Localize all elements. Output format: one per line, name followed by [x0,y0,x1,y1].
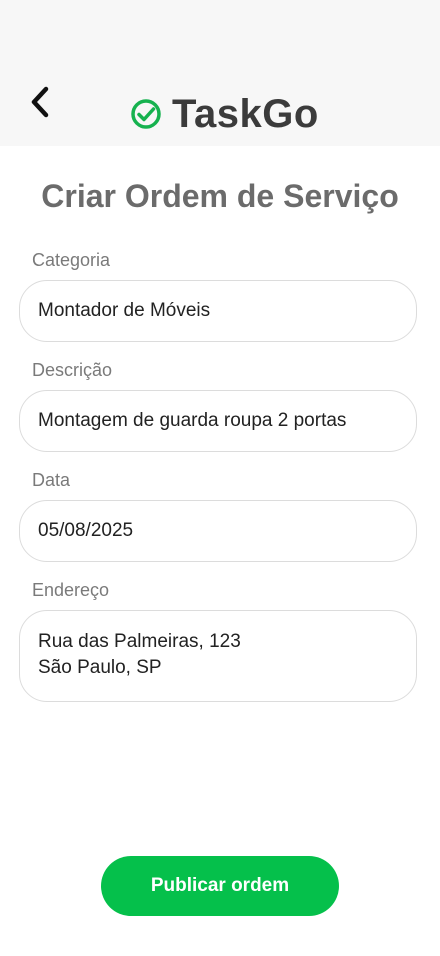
category-value: Montador de Móveis [38,300,211,321]
brand-name: TaskGo [172,91,319,136]
address-field[interactable]: Rua das Palmeiras, 123 São Paulo, SP [19,610,417,702]
back-button[interactable] [22,82,58,122]
chevron-left-icon [31,86,49,118]
date-value: 05/08/2025 [38,520,134,541]
date-label: Data [32,470,71,490]
address-line-2: São Paulo, SP [38,657,162,678]
publish-order-button[interactable]: Publicar ordem [101,856,339,916]
page-title: Criar Ordem de Serviço [41,178,399,214]
description-label: Descrição [32,360,113,380]
brand-logo: TaskGo [130,90,319,138]
check-circle-icon [130,98,162,130]
date-field[interactable]: 05/08/2025 [19,500,417,562]
description-field[interactable]: Montagem de guarda roupa 2 portas [19,390,417,452]
category-label: Categoria [32,250,111,270]
description-value: Montagem de guarda roupa 2 portas [38,410,347,431]
app-header: TaskGo [0,0,440,146]
address-label: Endereço [32,580,110,600]
address-line-1: Rua das Palmeiras, 123 [38,631,241,652]
category-field[interactable]: Montador de Móveis [19,280,417,342]
